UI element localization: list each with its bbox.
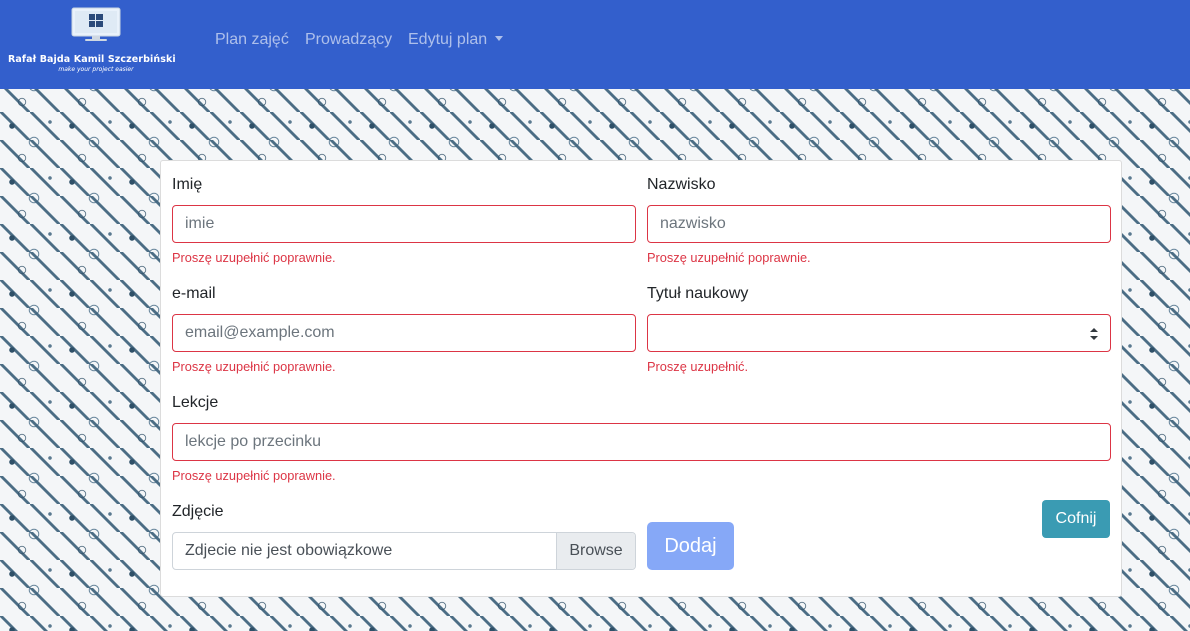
brand-name: Rafał Bajda Kamil Szczerbiński <box>8 54 176 65</box>
lessons-label: Lekcje <box>172 394 219 411</box>
email-error: Proszę uzupełnić poprawnie. <box>172 359 336 374</box>
navbar: Rafał Bajda Kamil Szczerbiński make your… <box>0 0 1190 89</box>
email-input[interactable] <box>172 314 636 352</box>
nav-dropdown-label: Edytuj plan <box>408 31 488 48</box>
form-card: Imię Proszę uzupełnić poprawnie. Nazwisk… <box>160 160 1122 597</box>
brand-logo[interactable]: Rafał Bajda Kamil Szczerbiński make your… <box>0 0 192 89</box>
photo-file-input[interactable]: Zdjecie nie jest obowiązkowe Browse <box>172 532 636 570</box>
select-arrows-icon <box>1090 328 1098 340</box>
back-button[interactable]: Cofnij <box>1042 500 1110 538</box>
first-name-input[interactable] <box>172 205 636 243</box>
last-name-input[interactable] <box>647 205 1111 243</box>
title-select[interactable] <box>647 314 1111 352</box>
browse-button[interactable]: Browse <box>556 533 635 569</box>
lessons-error: Proszę uzupełnić poprawnie. <box>172 468 336 483</box>
caret-down-icon <box>495 36 504 41</box>
nav-link-plan-zajec[interactable]: Plan zajęć <box>215 31 289 49</box>
last-name-label: Nazwisko <box>647 176 716 193</box>
photo-file-text: Zdjecie nie jest obowiązkowe <box>185 542 393 559</box>
monitor-windows-logo-icon <box>71 7 121 41</box>
photo-label: Zdjęcie <box>172 503 224 520</box>
brand-tagline: make your project easier <box>58 66 134 73</box>
nav-link-prowadzacy[interactable]: Prowadzący <box>305 31 392 49</box>
add-button[interactable]: Dodaj <box>647 522 734 570</box>
email-label: e-mail <box>172 285 216 302</box>
first-name-label: Imię <box>172 176 203 193</box>
title-label: Tytuł naukowy <box>647 285 749 302</box>
last-name-error: Proszę uzupełnić poprawnie. <box>647 250 811 265</box>
first-name-error: Proszę uzupełnić poprawnie. <box>172 250 336 265</box>
lessons-input[interactable] <box>172 423 1111 461</box>
title-error: Proszę uzupełnić. <box>647 359 749 374</box>
nav-dropdown-edytuj-plan[interactable]: Edytuj plan <box>408 31 504 49</box>
